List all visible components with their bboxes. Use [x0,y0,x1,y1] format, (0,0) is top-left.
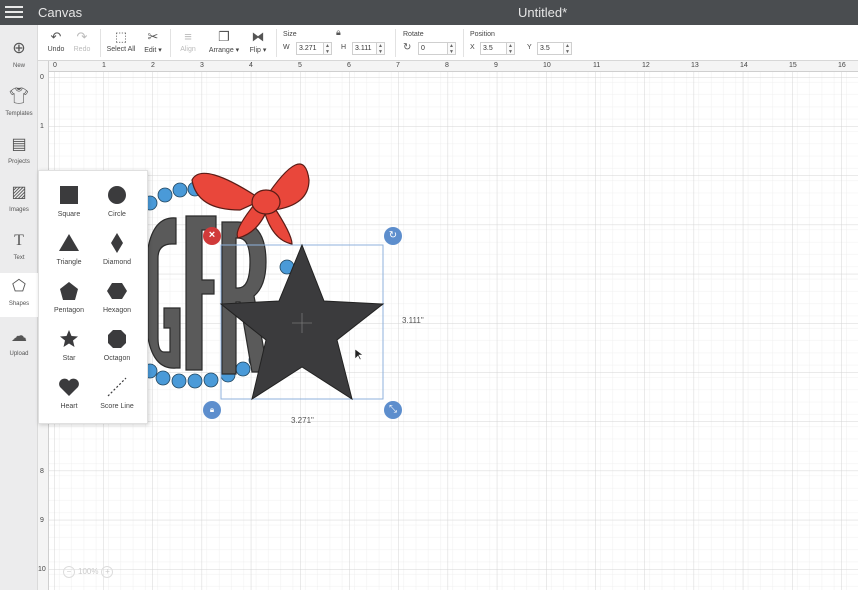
diamond-icon [111,233,123,253]
zoom-level: 100% [78,567,99,576]
square-icon [60,186,78,204]
shape-square[interactable]: Square [44,181,94,227]
hexagon-icon [107,283,127,299]
zoom-control: −100% + [60,566,116,578]
shape-label: Circle [108,211,126,218]
width-dimension-label: 3.271" [291,416,314,425]
shape-label: Square [57,211,81,218]
pentagon-icon [60,282,78,300]
score-line-icon [107,377,127,397]
zoom-out-button[interactable]: − [63,566,75,578]
shape-octagon[interactable]: Octagon [92,325,142,371]
shape-heart[interactable]: Heart [44,373,94,419]
shape-label: Heart [60,403,78,410]
lock-handle-icon[interactable]: 🔒︎ [203,401,221,419]
shapes-panel: Square Circle Triangle Diamond Pentagon … [38,170,148,424]
height-dimension-label: 3.111" [402,316,424,325]
octagon-icon [108,330,126,348]
shape-diamond[interactable]: Diamond [92,229,142,275]
shape-label: Score Line [100,403,134,410]
shape-label: Triangle [56,259,82,266]
star-icon [60,330,78,347]
triangle-icon [59,234,79,251]
shape-label: Pentagon [54,307,84,314]
shape-label: Hexagon [102,307,132,314]
circle-icon [108,186,126,204]
resize-handle-icon[interactable]: ⤡ [384,401,402,419]
shape-score-line[interactable]: Score Line [92,373,142,419]
shape-triangle[interactable]: Triangle [44,229,94,275]
shape-label: Diamond [102,259,131,266]
shape-label: Star [62,355,76,362]
heart-icon [59,378,79,396]
shape-star[interactable]: Star [44,325,94,371]
shape-circle[interactable]: Circle [92,181,142,227]
shape-label: Octagon [103,355,131,362]
shape-hexagon[interactable]: Hexagon [92,277,142,323]
zoom-in-button[interactable]: + [101,566,114,578]
shape-pentagon[interactable]: Pentagon [44,277,94,323]
delete-handle-icon[interactable]: × [203,227,221,245]
rotate-handle-icon[interactable]: ↻ [384,227,402,245]
